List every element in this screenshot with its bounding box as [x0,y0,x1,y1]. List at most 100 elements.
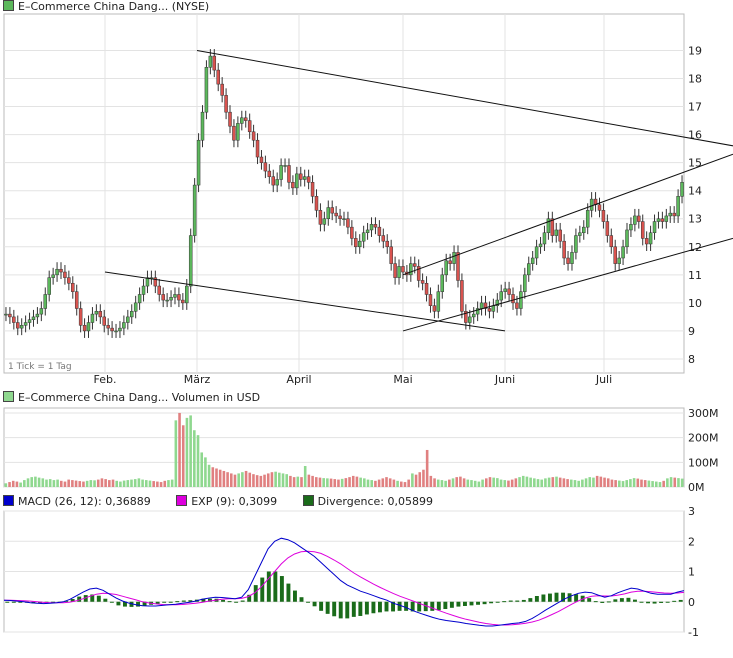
volume-bar [429,475,433,487]
price-candle [114,330,118,333]
divergence-bar [338,601,343,619]
price-candle [409,263,413,276]
volume-bar [337,479,340,487]
volume-bar [351,475,355,487]
price-candle [19,325,24,329]
price-candle [291,182,295,189]
divergence-bar [659,601,664,603]
price-candle [542,232,547,245]
volume-bar [255,475,259,487]
volume-bar [488,477,492,487]
volume-bar [499,479,503,487]
volume-bar [119,481,122,487]
volume-bar [89,480,93,487]
divergence-bar [574,594,579,602]
volume-bar [536,479,540,487]
volume-bar [569,479,573,487]
price-candle [98,311,103,318]
volume-bar [385,477,388,487]
volume-bar [581,479,584,487]
price-candle [31,316,36,320]
price-candle [224,95,228,113]
volume-bar [23,480,26,487]
volume-bar [377,479,381,487]
volume-bar [610,479,614,487]
volume-bar [292,477,296,487]
price-candle [393,263,397,278]
divergence-bar [646,601,650,604]
volume-bar [278,472,281,487]
price-candle [656,218,661,222]
volume-bar [555,476,558,487]
x-tick-label: April [286,373,311,386]
divergence-bar [136,601,140,607]
price-candle [672,212,676,217]
price-candle [47,277,51,295]
volume-bar [399,481,403,487]
volume-bar [196,435,200,487]
volume-bar [680,478,684,487]
volume-bar [592,477,595,487]
divergence-bar [502,601,507,603]
volume-bar [514,478,518,487]
divergence-bar [554,592,559,602]
price-candle [27,319,32,323]
chart-canvas: 8910111213141516171819Feb. März April Mai Ju… [3,13,733,639]
price-candle [479,302,484,309]
volume-bar [558,477,562,487]
volume-bar [11,480,15,487]
price-candle [212,55,217,71]
volume-bar [529,477,532,487]
price-candle [597,204,602,211]
price-candle [621,246,625,259]
volume-bar [525,476,529,487]
price-candle [550,218,555,236]
price-candle [452,252,456,264]
volume-y-tick-label: 0M [688,481,705,494]
volume-bar [662,480,665,487]
volume-bar [26,478,30,487]
volume-bar [562,478,566,487]
price-candle [354,238,358,248]
price-candle [637,215,641,222]
price-candle [444,260,448,276]
volume-bar [19,482,22,487]
divergence-bar [515,600,520,602]
price-candle [196,139,201,186]
volume-bar [436,479,440,487]
price-candle [369,224,374,231]
volume-bar [237,473,240,487]
price-candle [271,176,275,186]
volume-bar [444,480,447,487]
divergence-bar [378,601,382,613]
volume-bar [67,479,70,487]
price-footnote: 1 Tick = 1 Tag [8,362,72,372]
price-candle [55,268,59,276]
macd-y-tick-label: 0 [688,596,695,609]
price-candle [503,288,507,292]
volume-bar [63,481,67,487]
volume-bar [599,476,603,487]
volume-bar [507,480,510,487]
volume-bar [144,480,148,487]
volume-bar [477,481,481,487]
price-candle [86,322,91,332]
x-tick-label: Feb. [94,373,117,386]
price-candle [424,283,429,295]
price-y-tick-label: 10 [688,297,702,310]
volume-bar [459,476,462,487]
divergence-bar [181,600,186,602]
volume-bar [108,480,111,487]
volume-bar [573,480,577,487]
price-candle [90,313,95,323]
volume-bar [218,469,222,487]
volume-bar [433,478,436,487]
price-candle [350,226,354,239]
volume-plot-frame [3,407,685,488]
volume-bar [56,479,59,487]
price-y-tick-label: 11 [688,269,702,282]
x-tick-label: Juli [595,373,612,386]
price-candle [240,117,244,124]
volume-bar [211,467,215,487]
price-candle [326,207,331,219]
